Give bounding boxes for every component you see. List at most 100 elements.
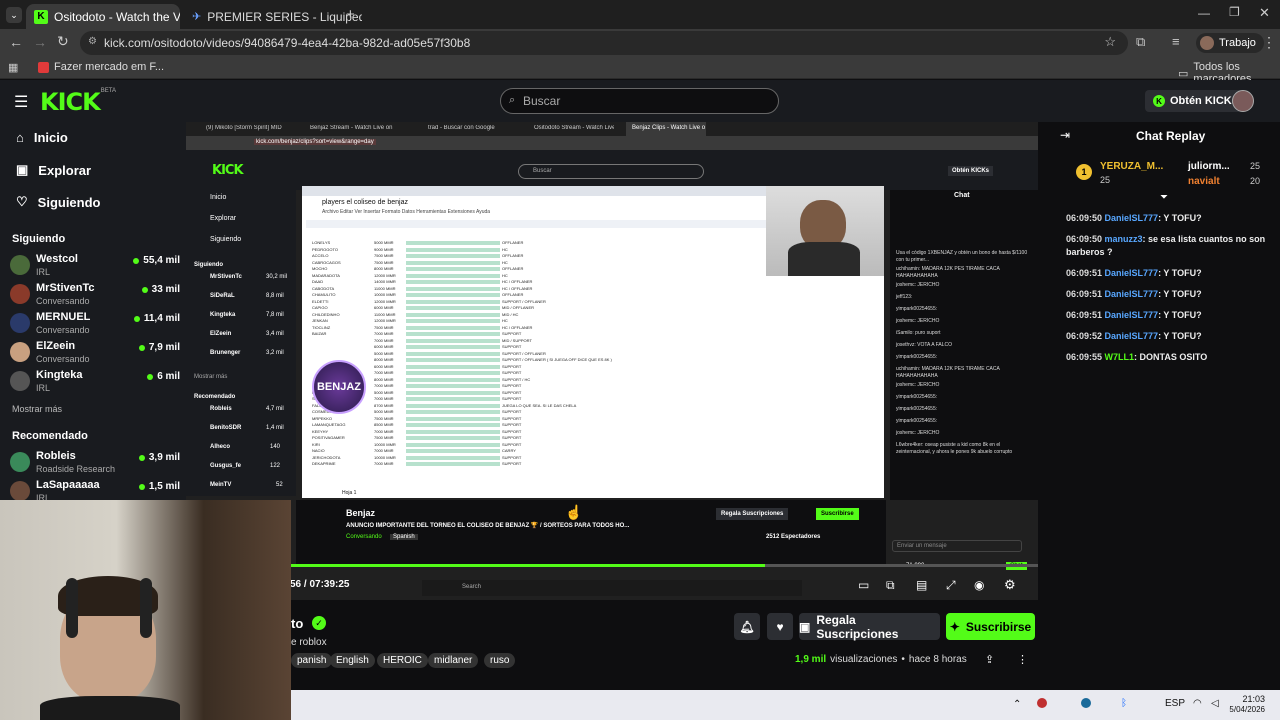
channel-item[interactable]: MrStivenTc Conversando 33 mil	[10, 282, 180, 312]
sheet-link-cell	[406, 351, 500, 356]
kick-header: ☰ KICK BETA ⌕ Buscar K Obtén KICKs	[0, 80, 1280, 122]
browser-menu-icon[interactable]: ⋮	[1262, 34, 1276, 51]
chat-filter-icon[interactable]: ⏷	[1160, 192, 1168, 203]
chat-username[interactable]: DanielSL777	[1105, 310, 1159, 320]
share-icon[interactable]: ⇪	[985, 653, 994, 666]
chat-username[interactable]: W7LL1	[1105, 352, 1135, 362]
channel-item[interactable]: Robleis Roadside Research 3,9 mil	[10, 450, 180, 480]
fullscreen-icon[interactable]: ⤢	[946, 578, 956, 593]
inner-show-more: Mostrar más	[194, 374, 228, 380]
chat-username[interactable]: DanielSL777	[1105, 289, 1159, 299]
wifi-icon[interactable]: ◠	[1193, 698, 1202, 709]
sheet-link-cell	[406, 273, 500, 278]
sheet-link-cell	[406, 442, 500, 447]
apps-grid-icon[interactable]: ▦	[8, 61, 18, 74]
clock-time[interactable]: 21:03	[1231, 694, 1265, 704]
clip-icon[interactable]: ⧉	[886, 578, 895, 593]
settings-gear-icon[interactable]: ⚙	[1004, 577, 1016, 593]
sheet-cell: 5000 MMR	[374, 389, 394, 395]
video-player[interactable]: (9) Mikoto [Storm Spirit] MID Benjaz Str…	[186, 122, 1038, 600]
sheet-link-cell	[406, 416, 500, 421]
pip-icon[interactable]: ▤	[916, 578, 927, 592]
inner-search-text: Buscar	[533, 168, 552, 174]
avatar	[10, 371, 30, 391]
sheet-cell: SUPPORT	[502, 415, 522, 421]
gift-subs-button[interactable]: ▣ Regala Suscripciones	[799, 613, 940, 641]
new-tab-icon[interactable]: +	[346, 6, 355, 23]
more-options-icon[interactable]: ⋮	[1017, 653, 1028, 666]
sheet-link-cell	[406, 358, 500, 362]
live-dot-icon	[133, 257, 140, 264]
avatar	[10, 284, 30, 304]
inner-chat-message: joshemc: JERICHO	[896, 430, 940, 436]
language-indicator[interactable]: ESP	[1165, 698, 1185, 709]
sheet-title: players el coliseo de benjaz	[322, 199, 408, 206]
video-category: e roblox	[291, 637, 327, 648]
sidebar-item-inicio[interactable]: ⌂ Inicio	[16, 130, 68, 145]
tag-chip[interactable]: English	[330, 653, 375, 668]
sidebar-item-siguiendo[interactable]: ♡ Siguiendo	[16, 194, 101, 210]
inner-category: Conversando	[346, 534, 382, 540]
sheet-cell: 10000 MMR	[374, 454, 396, 460]
follow-heart-button[interactable]: ♥	[767, 613, 793, 640]
sheet-cell: 7500 MMR	[374, 415, 394, 421]
extensions-icon[interactable]: ⧉	[1136, 34, 1145, 50]
channel-item[interactable]: ElZeein Conversando 7,9 mil	[10, 340, 180, 370]
tag-chip[interactable]: ruso	[484, 653, 516, 668]
sheet-link-cell	[406, 429, 500, 434]
back-icon[interactable]: ←	[9, 34, 23, 50]
chat-username[interactable]: DanielSL777	[1105, 213, 1159, 223]
tab-list-icon[interactable]: ⌄	[6, 7, 22, 23]
media-icon[interactable]: ≡	[1172, 34, 1180, 49]
notification-bell-button[interactable]: 🔔︎	[734, 613, 760, 640]
speed-icon[interactable]: ◉	[974, 578, 984, 592]
tag-chip[interactable]: panish	[291, 653, 333, 668]
tag-chip[interactable]: HEROIC	[377, 653, 428, 668]
collapse-chat-icon[interactable]: ⇥	[1060, 128, 1070, 142]
chat-username[interactable]: manuzz3	[1105, 234, 1143, 244]
bluetooth-icon[interactable]: ᛒ	[1121, 698, 1127, 709]
channel-item[interactable]: Kingteka IRL 6 mil	[10, 369, 180, 399]
restore-icon[interactable]: ❐	[1229, 5, 1240, 19]
tray-chevron-icon[interactable]: ⌃	[1013, 699, 1021, 710]
tag-chip[interactable]: midlaner	[428, 653, 479, 668]
inner-channel-name: MeinTV	[210, 482, 232, 488]
get-kicks-button[interactable]: K Obtén KICKs	[1145, 90, 1246, 112]
channel-item[interactable]: Westcol IRL 55,4 mil	[10, 253, 180, 283]
forward-icon[interactable]: →	[33, 34, 47, 50]
user-avatar[interactable]	[1232, 90, 1254, 112]
channel-item[interactable]: MERNUEL Conversando 11,4 mil	[10, 311, 180, 341]
search-input[interactable]: ⌕ Buscar	[500, 88, 779, 114]
bookmark-star-icon[interactable]: ☆	[1104, 34, 1116, 50]
sheet-cell: HC / OFFLANER	[502, 279, 533, 284]
menu-hamburger-icon[interactable]: ☰	[14, 92, 28, 112]
chat-username[interactable]: DanielSL777	[1105, 331, 1159, 341]
theater-mode-icon[interactable]: ▭	[858, 578, 869, 592]
bookmark-item[interactable]: Fazer mercado em F...	[38, 61, 164, 73]
kick-logo[interactable]: KICK BETA	[40, 88, 116, 116]
profile-button[interactable]: Trabajo	[1196, 33, 1264, 53]
show-more-link[interactable]: Mostrar más	[12, 404, 62, 414]
viewer-count-text: 1,5 mil	[148, 481, 180, 492]
clock-date[interactable]: 5/04/2026	[1211, 705, 1265, 714]
url-field[interactable]: ⚙ kick.com/ositodoto/videos/94086479-4ea…	[80, 31, 1128, 55]
bookmarks-bar: ▦ Fazer mercado em F... ▭ Todos los marc…	[0, 57, 1280, 85]
minimize-icon[interactable]: —	[1198, 6, 1210, 20]
chat-username[interactable]: DanielSL777	[1105, 268, 1159, 278]
reload-icon[interactable]: ↻	[57, 33, 69, 50]
live-dot-icon	[133, 315, 140, 322]
tab-liquipedia[interactable]: ✈ PREMIER SERIES - Liquipedia D ✕	[184, 4, 362, 29]
steam-icon[interactable]	[1081, 698, 1091, 708]
tray-app-icon[interactable]	[1037, 698, 1047, 708]
sheet-cell: SUPPORT	[502, 363, 522, 369]
sidebar-item-explorar[interactable]: ▣ Explorar	[16, 162, 91, 178]
tab-ositodoto[interactable]: K Ositodoto - Watch the VOD on ✕	[26, 4, 180, 29]
viewer-count-text: 6 mil	[157, 371, 180, 382]
close-window-icon[interactable]: ✕	[1259, 5, 1270, 21]
kick-logo-text: KICK	[40, 88, 101, 116]
subscribe-button[interactable]: ✦ Suscribirse	[946, 613, 1035, 640]
site-info-icon[interactable]: ⚙	[88, 36, 97, 47]
progress-bar[interactable]	[186, 564, 1038, 567]
chat-text: : DONTAS OSITO	[1134, 352, 1208, 362]
sheet-cell: OFFLANER	[502, 240, 524, 245]
